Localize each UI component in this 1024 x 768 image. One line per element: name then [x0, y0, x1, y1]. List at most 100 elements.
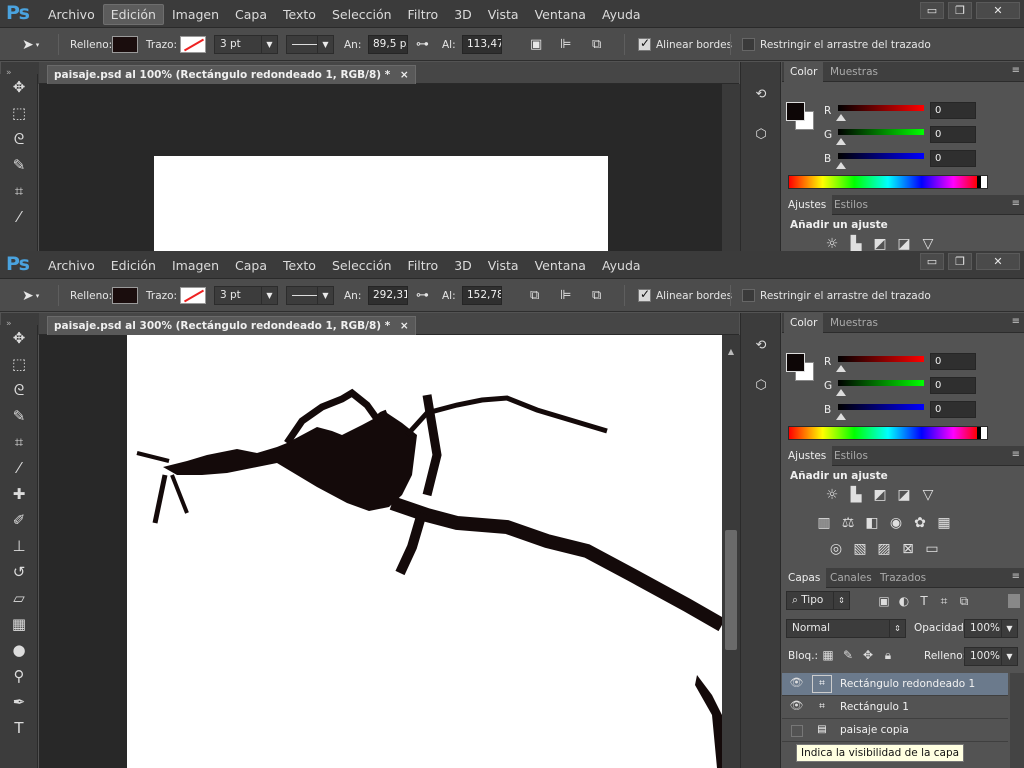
channel-mixer-icon[interactable]: ✿	[908, 513, 932, 533]
move-tool-icon[interactable]: ✥	[0, 74, 38, 100]
menu-texto[interactable]: Texto	[275, 4, 324, 25]
menu-seleccion[interactable]: Selección	[324, 255, 400, 276]
levels-icon[interactable]: ▙	[844, 485, 868, 505]
crop-tool-icon[interactable]: ⌗	[0, 178, 38, 204]
filter-adjustment-icon[interactable]: ◐	[894, 591, 914, 611]
layer-row[interactable]: ▤ paisaje copia	[782, 719, 1008, 742]
width-input[interactable]: 89,5 px	[368, 35, 408, 54]
filter-type-icon[interactable]: T	[914, 591, 934, 611]
path-operations-icon[interactable]: ▣	[530, 37, 542, 52]
marquee-tool-icon[interactable]: ⬚	[0, 351, 38, 377]
filter-smart-object-icon[interactable]: ⧉	[954, 591, 974, 611]
fill-swatch[interactable]	[112, 287, 138, 304]
tab-layers[interactable]: Capas	[782, 568, 827, 588]
slider-r[interactable]: R0	[782, 102, 1024, 126]
link-icon[interactable]: ⊶	[416, 288, 429, 303]
menu-3d[interactable]: 3D	[446, 4, 480, 25]
tab-styles[interactable]: Estilos	[828, 446, 874, 466]
opacity-input[interactable]: 100% ▼	[964, 619, 1018, 638]
panel-menu-icon[interactable]: ≡	[1012, 198, 1020, 209]
fill-swatch[interactable]	[112, 36, 138, 53]
stroke-type-dropdown[interactable]: ▼	[286, 35, 334, 54]
curves-icon[interactable]: ◩	[868, 485, 892, 505]
exposure-icon[interactable]: ◪	[892, 234, 916, 251]
menu-texto[interactable]: Texto	[275, 255, 324, 276]
eyedropper-tool-icon[interactable]: ⁄	[0, 204, 38, 230]
photo-filter-icon[interactable]: ◉	[884, 513, 908, 533]
width-input[interactable]: 292,31 ı	[368, 286, 408, 305]
constrain-path-checkbox[interactable]: Restringir el arrastre del trazado	[742, 279, 931, 312]
lock-position-icon[interactable]: ✥	[858, 645, 878, 665]
panel-menu-icon[interactable]: ≡	[1012, 449, 1020, 460]
align-edges-checkbox[interactable]: Alinear bordes	[638, 279, 732, 312]
link-icon[interactable]: ⊶	[416, 37, 429, 52]
menu-3d[interactable]: 3D	[446, 255, 480, 276]
3d-icon[interactable]: ⬡	[750, 124, 772, 146]
canvas-document[interactable]	[154, 156, 608, 251]
stroke-swatch[interactable]	[180, 287, 206, 304]
height-input[interactable]: 152,78 ı	[462, 286, 502, 305]
slider-g[interactable]: G0	[782, 126, 1024, 150]
menu-ayuda[interactable]: Ayuda	[594, 4, 649, 25]
visibility-off-box[interactable]	[791, 725, 803, 737]
path-alignment-icon[interactable]: ⊫	[560, 37, 571, 52]
tab-swatches[interactable]: Muestras	[824, 62, 884, 82]
tab-adjustments[interactable]: Ajustes	[782, 195, 833, 215]
brightness-icon[interactable]: ☼	[820, 485, 844, 505]
blend-mode-dropdown[interactable]: Normal ⇕	[786, 619, 906, 638]
menu-edicion[interactable]: Edición	[102, 3, 164, 25]
close-tab-icon[interactable]: ×	[400, 69, 409, 81]
scrollbar-thumb[interactable]	[725, 530, 737, 650]
menu-imagen[interactable]: Imagen	[164, 255, 227, 276]
menu-vista[interactable]: Vista	[480, 4, 527, 25]
minimize-button[interactable]: ▭	[920, 253, 944, 270]
path-arrangement-icon[interactable]: ⧉	[592, 288, 601, 303]
menu-archivo[interactable]: Archivo	[40, 255, 103, 276]
path-operations-icon[interactable]: ⧉	[530, 288, 539, 303]
history-icon[interactable]: ⟲	[750, 335, 772, 357]
quick-select-tool-icon[interactable]: ✎	[0, 152, 38, 178]
posterize-icon[interactable]: ▧	[848, 539, 872, 559]
slider-r[interactable]: R0	[782, 353, 1024, 377]
layer-row[interactable]: 👁︎ ⌗ Rectángulo 1	[782, 696, 1008, 719]
stroke-swatch[interactable]	[180, 36, 206, 53]
move-tool-icon[interactable]: ✥	[0, 325, 38, 351]
eraser-tool-icon[interactable]: ▱	[0, 585, 38, 611]
canvas-scrollbar[interactable]	[722, 84, 740, 251]
hue-saturation-icon[interactable]: ▥	[812, 513, 836, 533]
history-brush-icon[interactable]: ↺	[0, 559, 38, 585]
minimize-button[interactable]: ▭	[920, 2, 944, 19]
eye-icon[interactable]: 👁︎	[788, 699, 805, 716]
tab-styles[interactable]: Estilos	[828, 195, 874, 215]
close-button[interactable]: ✕	[976, 2, 1020, 19]
tab-adjustments[interactable]: Ajustes	[782, 446, 833, 466]
gradient-triangle-icon[interactable]: ▽	[916, 234, 940, 251]
lasso-tool-icon[interactable]: ᘓ	[0, 377, 38, 403]
tool-preset-picker[interactable]: ➤ ▾	[22, 28, 39, 61]
gradient-map-icon[interactable]: ▭	[920, 539, 944, 559]
slider-b[interactable]: B0	[782, 401, 1024, 425]
stroke-size-dropdown[interactable]: 3 pt ▼	[214, 35, 278, 54]
menu-ventana[interactable]: Ventana	[527, 255, 594, 276]
blur-tool-icon[interactable]: ●	[0, 637, 38, 663]
lock-all-icon[interactable]: 🔒︎	[878, 645, 898, 665]
curves-icon[interactable]: ◩	[868, 234, 892, 251]
marquee-tool-icon[interactable]: ⬚	[0, 100, 38, 126]
invert-icon[interactable]: ◎	[824, 539, 848, 559]
menu-capa[interactable]: Capa	[227, 4, 275, 25]
color-lookup-icon[interactable]: ▦	[932, 513, 956, 533]
slider-g[interactable]: G0	[782, 377, 1024, 401]
canvas-scrollbar[interactable]: ▲	[722, 335, 740, 768]
tab-color[interactable]: Color	[784, 313, 824, 333]
canvas-area[interactable]	[39, 335, 722, 768]
close-tab-icon[interactable]: ×	[400, 320, 409, 332]
tab-color[interactable]: Color	[784, 62, 824, 82]
tab-swatches[interactable]: Muestras	[824, 313, 884, 333]
color-spectrum[interactable]	[788, 426, 988, 440]
restore-button[interactable]: ❐	[948, 253, 972, 270]
eye-icon[interactable]: 👁︎	[788, 676, 805, 693]
layers-scrollbar[interactable]	[1010, 673, 1024, 768]
selective-color-icon[interactable]: ⊠	[896, 539, 920, 559]
healing-brush-icon[interactable]: ✚	[0, 481, 38, 507]
color-spectrum[interactable]	[788, 175, 988, 189]
